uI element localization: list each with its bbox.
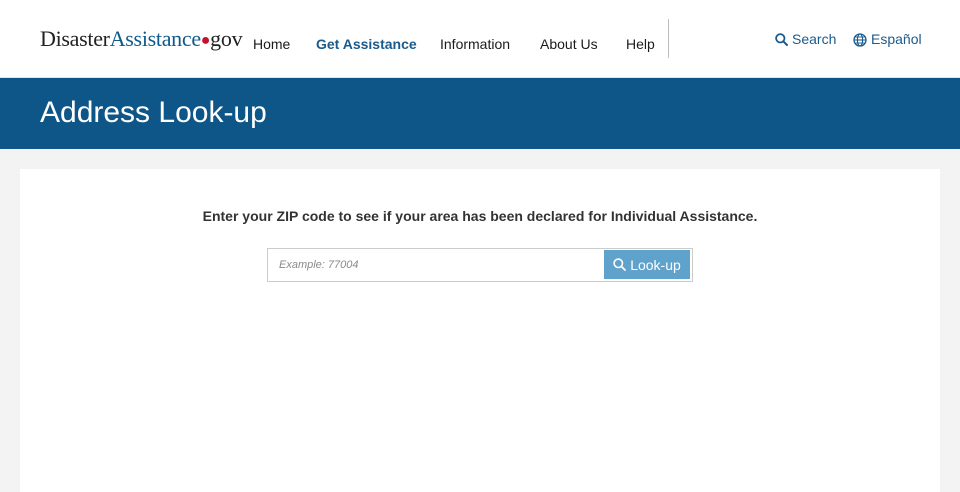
logo-text-gov: gov <box>210 26 243 51</box>
nav-item-about-us[interactable]: About Us <box>540 36 598 53</box>
nav-divider <box>668 19 669 58</box>
logo-text-assistance: Assistance <box>109 26 201 51</box>
search-link[interactable]: Search <box>775 31 836 48</box>
site-header: DisasterAssistance●gov Home Get Assistan… <box>0 0 960 78</box>
search-icon <box>613 258 627 271</box>
nav-item-home[interactable]: Home <box>253 36 290 53</box>
globe-icon <box>853 32 867 47</box>
search-link-label: Search <box>792 31 837 47</box>
logo-text-disaster: Disaster <box>40 26 110 51</box>
language-link[interactable]: Español <box>853 31 922 48</box>
nav-item-get-assistance[interactable]: Get Assistance <box>316 36 417 53</box>
nav-item-information[interactable]: Information <box>440 36 510 53</box>
nav-item-help[interactable]: Help <box>626 36 655 53</box>
logo-dot: ● <box>200 32 211 49</box>
lookup-card: Enter your ZIP code to see if your area … <box>20 169 940 492</box>
page-banner: Address Look-up <box>0 78 960 149</box>
lookup-button-face: Look-up <box>604 250 690 279</box>
lookup-instruction: Enter your ZIP code to see if your area … <box>202 208 758 224</box>
page-title: Address Look-up <box>40 96 267 129</box>
zip-code-input[interactable] <box>267 248 605 282</box>
search-icon <box>775 33 788 46</box>
lookup-button[interactable]: Look-up <box>604 248 693 282</box>
lookup-button-label: Look-up <box>630 256 681 273</box>
language-link-label: Español <box>871 31 922 47</box>
site-logo[interactable]: DisasterAssistance●gov <box>40 26 243 54</box>
